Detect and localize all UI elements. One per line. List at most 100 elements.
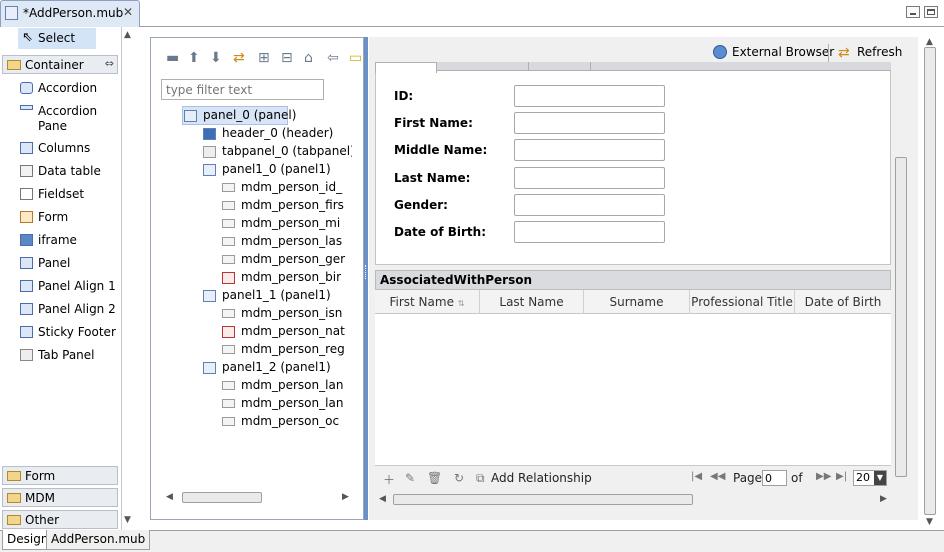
palette-item-tab-panel[interactable]: Tab Panel [0, 345, 120, 367]
last-page-icon[interactable]: ▶| [836, 471, 847, 482]
tree-item[interactable]: panel_0 (panel) [184, 106, 352, 124]
drawer-form[interactable]: Form [2, 466, 118, 485]
gender-field[interactable] [514, 194, 665, 216]
form-tab[interactable] [529, 62, 591, 71]
last-name-field[interactable] [514, 167, 665, 189]
filter-input[interactable] [161, 79, 324, 100]
tree-item[interactable]: mdm_person_bir [222, 268, 352, 286]
tree-item[interactable]: header_0 (header) [203, 124, 352, 142]
page-size-select[interactable]: 20 ▼ [853, 470, 887, 486]
table-icon [20, 165, 33, 177]
collapse-icon[interactable]: ▬ [166, 50, 179, 66]
external-browser-button[interactable]: External Browser [732, 45, 834, 59]
middle-name-field[interactable] [514, 139, 665, 161]
scroll-up-icon[interactable]: ▲ [124, 30, 131, 40]
scroll-thumb[interactable] [393, 494, 693, 505]
drawer-mdm[interactable]: MDM [2, 488, 118, 507]
home-icon[interactable]: ⌂ [304, 50, 313, 66]
link-icon[interactable]: ▭ [349, 50, 362, 66]
dropdown-arrow-icon[interactable]: ▼ [874, 471, 886, 485]
scroll-down-icon[interactable]: ▼ [926, 517, 933, 527]
tree-item[interactable]: tabpanel_0 (tabpanel) [203, 142, 352, 160]
add-relationship-button[interactable]: Add Relationship [491, 471, 592, 485]
id-field[interactable] [514, 85, 665, 107]
drawer-container[interactable]: Container ⇔ [2, 55, 118, 74]
editor-tab[interactable]: *AddPerson.mub ✕ [0, 0, 140, 27]
palette-item-sticky-footer[interactable]: Sticky Footer [0, 322, 120, 344]
expand-all-icon[interactable]: ⊞ [258, 50, 270, 66]
tree-item[interactable]: mdm_person_mi [222, 214, 352, 232]
preview-inner-vertical-scrollbar[interactable] [893, 62, 909, 494]
scroll-up-icon[interactable]: ▲ [926, 37, 933, 47]
scroll-thumb[interactable] [182, 492, 262, 503]
move-up-icon[interactable]: ⬆ [188, 50, 200, 66]
middle-name-label: Middle Name: [394, 143, 488, 157]
edit-icon[interactable]: ✎ [405, 471, 415, 485]
column-header-date-of-birth[interactable]: Date of Birth [795, 290, 891, 314]
pin-icon[interactable]: ⇔ [105, 57, 114, 70]
tree-item[interactable]: mdm_person_id_ [222, 178, 352, 196]
palette-item-form[interactable]: Form [0, 207, 120, 229]
scroll-right-icon[interactable]: ▶ [342, 492, 349, 502]
outline-horizontal-scrollbar[interactable]: ◀ ▶ [162, 489, 352, 505]
sync-icon[interactable]: ⇄ [233, 50, 245, 66]
scroll-thumb[interactable] [895, 157, 907, 477]
previous-page-icon[interactable]: ◀◀ [710, 471, 725, 482]
date-of-birth-field[interactable] [514, 221, 665, 243]
tree-item[interactable]: mdm_person_reg [222, 340, 352, 358]
scroll-left-icon[interactable]: ◀ [166, 492, 173, 502]
tree-item[interactable]: panel1_1 (panel1) [203, 286, 352, 304]
palette-item-panel[interactable]: Panel [0, 253, 120, 275]
column-header-first-name[interactable]: First Name ⇅ [375, 290, 480, 314]
scroll-right-icon[interactable]: ▶ [880, 494, 887, 504]
drawer-other[interactable]: Other [2, 510, 118, 529]
maximize-button[interactable] [924, 6, 938, 18]
back-icon[interactable]: ⇦ [327, 50, 339, 66]
palette-select-tool[interactable]: ⇖ Select [18, 28, 96, 49]
tree-item[interactable]: mdm_person_isn [222, 304, 352, 322]
palette-item-accordion[interactable]: Accordion [0, 78, 120, 100]
column-header-last-name[interactable]: Last Name [480, 290, 584, 314]
column-header-surname[interactable]: Surname [584, 290, 690, 314]
tree-item[interactable]: mdm_person_lan [222, 376, 352, 394]
collapse-all-icon[interactable]: ⊟ [281, 50, 293, 66]
palette-item-columns[interactable]: Columns [0, 138, 120, 160]
page-number-input[interactable] [762, 470, 787, 486]
tree-item[interactable]: mdm_person_firs [222, 196, 352, 214]
add-icon[interactable]: ＋ [383, 471, 395, 488]
text-field-icon [222, 309, 235, 318]
tree-item[interactable]: mdm_person_lan [222, 394, 352, 412]
first-name-field[interactable] [514, 112, 665, 134]
palette-item-fieldset[interactable]: Fieldset [0, 184, 120, 206]
refresh-icon[interactable]: ↻ [454, 471, 464, 485]
close-icon[interactable]: ✕ [123, 5, 133, 19]
palette-item-panel-align-2[interactable]: Panel Align 2 [0, 299, 120, 321]
refresh-button[interactable]: Refresh [857, 45, 902, 59]
preview-vertical-scrollbar[interactable]: ▲ ▼ [922, 37, 938, 527]
preview-horizontal-scrollbar[interactable]: ◀ ▶ [375, 491, 891, 507]
tab-source[interactable]: AddPerson.mub [46, 530, 151, 550]
next-page-icon[interactable]: ▶▶ [816, 471, 831, 482]
delete-icon[interactable]: 🗑 [427, 471, 442, 485]
tree-item[interactable]: mdm_person_nat [222, 322, 352, 340]
first-page-icon[interactable]: |◀ [691, 471, 702, 482]
form-tab[interactable] [437, 62, 529, 71]
splitter-grip[interactable] [365, 265, 367, 279]
tree-item[interactable]: mdm_person_ger [222, 250, 352, 268]
scroll-down-icon[interactable]: ▼ [124, 515, 131, 525]
palette-item-accordion-pane[interactable]: Accordion Pane [0, 101, 120, 135]
tree-item[interactable]: mdm_person_las [222, 232, 352, 250]
tree-item[interactable]: mdm_person_oc [222, 412, 352, 430]
palette-item-panel-align-1[interactable]: Panel Align 1 [0, 276, 120, 298]
form-tab-active[interactable] [375, 62, 437, 73]
tree-item[interactable]: panel1_0 (panel1) [203, 160, 352, 178]
palette-item-iframe[interactable]: iframe [0, 230, 120, 252]
tree-item-label: mdm_person_nat [241, 324, 345, 338]
minimize-button[interactable] [906, 6, 920, 18]
palette-item-data-table[interactable]: Data table [0, 161, 120, 183]
tree-item[interactable]: panel1_2 (panel1) [203, 358, 352, 376]
scroll-left-icon[interactable]: ◀ [379, 494, 386, 504]
scroll-thumb[interactable] [924, 47, 936, 515]
move-down-icon[interactable]: ⬇ [210, 50, 222, 66]
column-header-professional-title[interactable]: Professional Title [690, 290, 795, 314]
